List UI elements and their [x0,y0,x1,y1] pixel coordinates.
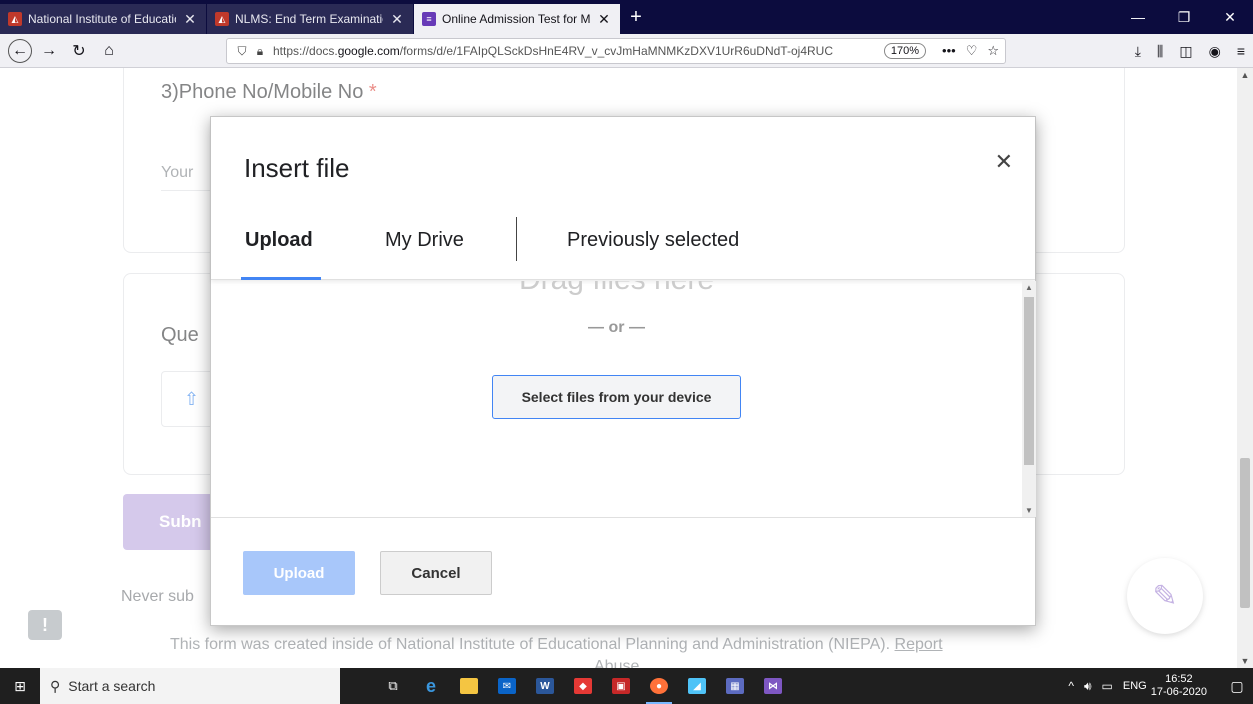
app-icon[interactable]: ◢ [678,668,716,704]
url-bar[interactable]: ⛉ 🔒︎ https://docs.google.com/forms/d/e/1… [226,38,1006,64]
network-icon[interactable]: ▭ [1102,679,1113,693]
pocket-icon[interactable]: ♡ [966,43,978,59]
anydesk-icon[interactable]: ◆ [564,668,602,704]
tab-my-drive[interactable]: My Drive [351,217,517,261]
forward-icon[interactable]: → [36,38,62,64]
close-window-icon[interactable]: ✕ [1207,0,1253,34]
file-explorer-icon[interactable] [450,668,488,704]
dialog-footer: Upload Cancel [211,517,1035,627]
search-icon: ⚲ [50,677,61,694]
minimize-icon[interactable]: — [1115,0,1161,34]
word-icon[interactable]: W [526,668,564,704]
scroll-thumb[interactable] [1024,297,1034,465]
drag-files-text: Drag files here [211,281,1022,297]
edge-icon[interactable]: e [412,668,450,704]
chevron-up-icon[interactable]: ^ [1068,679,1074,693]
account-icon[interactable]: ◉ [1209,43,1221,60]
cancel-button[interactable]: Cancel [380,551,492,595]
close-icon[interactable]: ✕ [389,11,405,28]
network-app-icon[interactable]: ▦ [716,668,754,704]
tab-niepa[interactable]: ◭ National Institute of Educationa ✕ [0,4,207,34]
navigation-bar: ← → ↻ ⌂ ⛉ 🔒︎ https://docs.google.com/for… [0,34,1253,68]
back-icon[interactable]: ← [8,38,32,63]
sidebar-icon[interactable]: ◫ [1179,43,1192,60]
or-separator: — or — [588,319,645,336]
visual-studio-icon[interactable]: ⋈ [754,668,792,704]
dialog-tabs: Upload My Drive Previously selected [241,213,739,280]
task-view-icon[interactable]: ⧉ [374,668,412,704]
notification-icon[interactable]: ▢ [1221,678,1253,695]
tab-online-admission[interactable]: ≡ Online Admission Test for M.Ph ✕ [414,4,621,34]
niepa-icon: ◭ [215,12,229,26]
pdf-icon[interactable]: ▣ [602,668,640,704]
home-icon[interactable]: ⌂ [96,38,122,64]
tab-upload[interactable]: Upload [241,213,351,280]
system-tray: ^ 🔊︎ ▭ ENG 16:52 17-06-2020 ▢ [1068,668,1253,704]
taskbar-apps: ⧉ e ✉ W ◆ ▣ ● ◢ ▦ ⋈ [374,668,792,704]
scroll-up-icon[interactable]: ▲ [1237,70,1253,80]
tab-previously-selected[interactable]: Previously selected [517,213,739,280]
clock-date: 17-06-2020 [1150,686,1207,698]
tab-title: Online Admission Test for M.Ph [442,12,590,26]
scroll-up-icon[interactable]: ▲ [1022,283,1036,292]
insert-file-dialog: Insert file ✕ Upload My Drive Previously… [210,116,1036,626]
dialog-header: Insert file ✕ Upload My Drive Previously… [211,117,1035,280]
url-text: https://docs.google.com/forms/d/e/1FAIpQ… [273,44,833,58]
url-actions: ••• ♡ ☆ [942,43,999,59]
close-icon[interactable]: ✕ [995,149,1013,175]
firefox-icon[interactable]: ● [640,668,678,704]
forms-icon: ≡ [422,12,436,26]
windows-taskbar: ⊞ ⚲ Start a search ⧉ e ✉ W ◆ ▣ ● ◢ ▦ ⋈ ^… [0,668,1253,704]
tab-title: National Institute of Educationa [28,12,176,26]
scroll-down-icon[interactable]: ▼ [1237,656,1253,666]
scroll-thumb[interactable] [1240,458,1250,608]
dialog-title: Insert file [244,153,350,183]
close-icon[interactable]: ✕ [596,11,612,28]
download-icon[interactable]: ⤓ [1135,43,1141,60]
search-placeholder: Start a search [68,678,156,694]
menu-icon[interactable]: ≡ [1237,43,1245,59]
niepa-icon: ◭ [8,12,22,26]
reload-icon[interactable]: ↻ [66,38,92,64]
tab-nlms[interactable]: ◭ NLMS: End Term Examinations ✕ [207,4,414,34]
clock[interactable]: 16:52 17-06-2020 [1151,673,1207,699]
tab-title: NLMS: End Term Examinations [235,12,383,26]
taskbar-search[interactable]: ⚲ Start a search [40,668,340,704]
upload-button[interactable]: Upload [243,551,355,595]
dialog-scrollbar[interactable]: ▲ ▼ [1022,281,1036,517]
close-icon[interactable]: ✕ [182,11,198,28]
browser-tab-bar: ◭ National Institute of Educationa ✕ ◭ N… [0,0,1253,34]
zoom-level[interactable]: 170% [883,43,927,59]
more-icon[interactable]: ••• [942,43,956,59]
lock-icon[interactable]: 🔒︎ [251,44,269,59]
toolbar-right: ⤓ ⫼ ◫ ◉ ≡ [1135,34,1245,68]
window-controls: — ❐ ✕ [1115,0,1253,34]
library-icon[interactable]: ⫼ [1157,43,1163,60]
upload-drop-area[interactable]: Drag files here — or — Select files from… [211,281,1022,517]
volume-icon[interactable]: 🔊︎ [1084,679,1092,694]
bookmark-star-icon[interactable]: ☆ [987,43,999,59]
restore-icon[interactable]: ❐ [1161,0,1207,34]
scroll-down-icon[interactable]: ▼ [1022,506,1036,515]
windows-start-icon[interactable]: ⊞ [0,668,40,704]
language-indicator[interactable]: ENG [1123,680,1147,692]
select-files-button[interactable]: Select files from your device [492,375,741,419]
clock-time: 16:52 [1165,673,1193,685]
page-scrollbar[interactable]: ▲ ▼ [1237,68,1253,668]
new-tab-button[interactable]: + [621,0,651,34]
mail-icon[interactable]: ✉ [488,668,526,704]
shield-icon[interactable]: ⛉ [233,44,251,59]
